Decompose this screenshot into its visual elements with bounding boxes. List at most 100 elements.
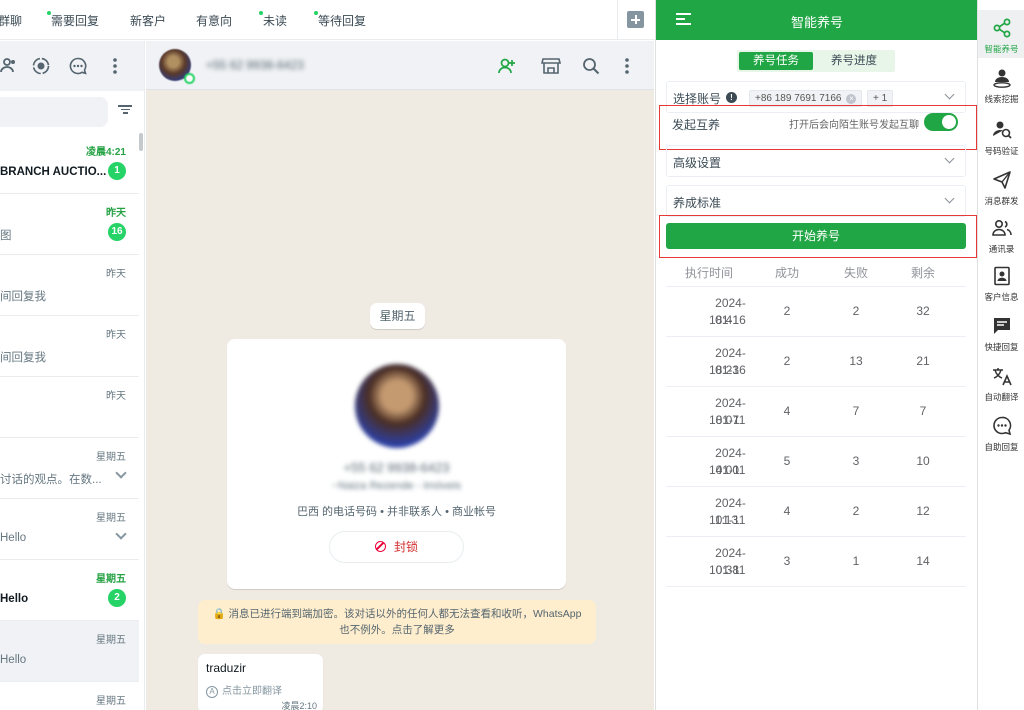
standard-row[interactable]: 养成标准 <box>666 185 966 217</box>
task-success: 4 <box>783 504 791 518</box>
translate-icon <box>992 366 1012 386</box>
chat-snippet: Hello <box>0 593 29 605</box>
task-remain: 14 <box>916 554 930 568</box>
remove-tag-icon[interactable]: × <box>846 94 857 104</box>
tool-send[interactable]: 消息群发 <box>978 162 1024 210</box>
table-row: 2024-01-11 11:13 4 2 12 <box>666 486 966 536</box>
task-fail: 13 <box>849 354 863 368</box>
tool-quick-reply[interactable]: 快捷回复 <box>978 308 1024 356</box>
table-row: 2024-01-16 18:23 2 13 21 <box>666 336 966 386</box>
channels-icon[interactable] <box>68 57 88 75</box>
quick-reply-icon <box>992 316 1012 336</box>
avatar[interactable] <box>159 49 195 84</box>
task-datetime: 2024-01-11 10:38 <box>709 546 746 577</box>
header-success: 成功 <box>774 266 799 280</box>
id-card-icon <box>992 266 1012 286</box>
message-bubble[interactable]: traduzir A 点击立即翻译 凌晨2:10 <box>198 654 323 710</box>
table-header: 执行时间 成功 失败 剩余 <box>666 258 966 284</box>
chat-time: 昨天 <box>106 208 126 219</box>
kebab-menu-icon[interactable] <box>112 57 118 75</box>
table-row: 2024-01-11 10:38 3 1 14 <box>666 536 966 586</box>
community-icon[interactable] <box>0 57 16 75</box>
tool-translate[interactable]: 自动翻译 <box>978 358 1024 406</box>
chat-list-item[interactable]: 星期五 Hello <box>0 621 139 682</box>
translate-link[interactable]: A 点击立即翻译 <box>206 682 282 698</box>
chat-list-item[interactable]: 星期五 讨话的观点。在数... <box>0 438 139 499</box>
encryption-notice[interactable]: 🔒 消息已进行端到端加密。该对话以外的任何人都无法查看和收听，WhatsApp … <box>198 600 596 644</box>
task-datetime: 2024-01-16 18:41 <box>709 296 746 327</box>
contact-phone[interactable]: +55 62 9938-6423 <box>206 58 304 72</box>
chat-list-item[interactable]: 星期五 Hello <box>0 499 139 560</box>
chevron-down-icon[interactable] <box>115 528 127 540</box>
chevron-down-icon <box>944 89 955 100</box>
translate-icon: A <box>206 686 218 698</box>
chat-list-item[interactable]: 昨天图 16 <box>0 194 139 255</box>
shop-icon[interactable] <box>541 57 561 75</box>
plus-icon <box>627 11 644 28</box>
chevron-down-icon[interactable] <box>115 467 127 479</box>
task-datetime: 2024-01-11 18:07 <box>709 396 746 427</box>
task-fail: 7 <box>852 404 860 418</box>
chat-list-item[interactable]: 昨天 <box>0 377 139 438</box>
tool-contacts[interactable]: 通讯录 <box>978 210 1024 258</box>
tool-user-dig[interactable]: 线索挖掘 <box>978 60 1024 108</box>
filter-icon[interactable] <box>118 103 132 117</box>
chat-list-item[interactable]: 昨天 间回复我 <box>0 316 139 377</box>
chat-list-item[interactable]: 凌晨4:21 BRANCH AUCTIO... 1 <box>0 133 139 194</box>
tool-label: 客户信息 <box>984 292 1019 302</box>
tool-user-search[interactable]: 号码验证 <box>978 112 1024 160</box>
tab-need-reply[interactable]: 需要回复 <box>47 11 99 29</box>
tab-progress[interactable]: 养号进度 <box>815 52 893 70</box>
advanced-label: 高级设置 <box>673 156 722 170</box>
tool-label: 自动翻译 <box>984 392 1019 402</box>
tab-unread[interactable]: 未读 <box>259 11 287 29</box>
tool-id-card[interactable]: 客户信息 <box>978 258 1024 306</box>
chat-time: 昨天 <box>106 391 126 402</box>
start-button[interactable]: 开始养号 <box>666 223 966 249</box>
tab-tasks[interactable]: 养号任务 <box>739 52 813 70</box>
online-status-icon <box>184 73 195 84</box>
task-success: 2 <box>783 304 791 318</box>
tab-waiting-reply[interactable]: 等待回复 <box>314 11 366 29</box>
tool-auto-reply[interactable]: 自助回复 <box>978 408 1024 456</box>
task-datetime: 2024-01-11 11:13 <box>709 496 746 527</box>
add-contact-icon[interactable] <box>498 57 516 75</box>
table-row: 2024-01-16 18:41 2 2 32 <box>666 286 966 336</box>
info-icon[interactable]: ! <box>726 92 737 103</box>
status-icon[interactable] <box>32 57 50 75</box>
chat-snippet: BRANCH AUCTIO... <box>0 166 107 178</box>
block-button[interactable]: 封锁 <box>329 531 464 563</box>
chat-list-item[interactable]: 星期五 <box>0 682 139 710</box>
kebab-menu-icon[interactable] <box>624 57 630 75</box>
send-icon <box>992 170 1012 190</box>
avatar[interactable] <box>355 364 439 448</box>
conversation-panel: +55 62 9938-6423 星期五 +55 62 9938-6423 ~N… <box>146 41 654 710</box>
assistant-panel: 智能养号 养号任务 养号进度 选择账号 ! +86 189 7691 7166 ×… <box>655 0 978 710</box>
chat-time: 星期五 <box>96 696 126 707</box>
advanced-settings-row[interactable]: 高级设置 <box>666 145 966 177</box>
task-tabs: 养号任务 养号进度 <box>737 50 895 72</box>
chat-snippet: 间回复我 <box>0 291 46 303</box>
tool-label: 智能养号 <box>984 44 1019 54</box>
unread-badge: 2 <box>108 589 126 607</box>
task-datetime: 2024-01-11 14:00 <box>709 446 746 477</box>
tab-interested[interactable]: 有意向 <box>196 12 232 29</box>
tab-new-customer[interactable]: 新客户 <box>130 12 166 29</box>
lock-icon: 🔒 <box>212 608 226 620</box>
tab-group-chat[interactable]: 群聊 <box>0 12 22 29</box>
chat-search-input[interactable] <box>0 97 108 127</box>
task-success: 4 <box>783 404 791 418</box>
search-icon[interactable] <box>582 57 600 75</box>
add-tab-button[interactable] <box>617 0 655 40</box>
panel-title: 智能养号 <box>790 15 843 30</box>
scrollbar[interactable] <box>139 133 143 151</box>
chat-snippet: 图 <box>0 230 12 242</box>
chat-time: 星期五 <box>96 513 126 524</box>
tab-dot <box>259 11 263 15</box>
card-phone: +55 62 9938-6423 <box>343 460 450 475</box>
chat-list-item[interactable]: 星期五 Hello 2 <box>0 560 139 621</box>
tool-share[interactable]: 智能养号 <box>978 10 1024 58</box>
tool-label: 消息群发 <box>984 196 1019 206</box>
card-name: ~Naiza Rezende - Imóveis <box>331 480 462 492</box>
chat-list-item[interactable]: 昨天 间回复我 <box>0 255 139 316</box>
